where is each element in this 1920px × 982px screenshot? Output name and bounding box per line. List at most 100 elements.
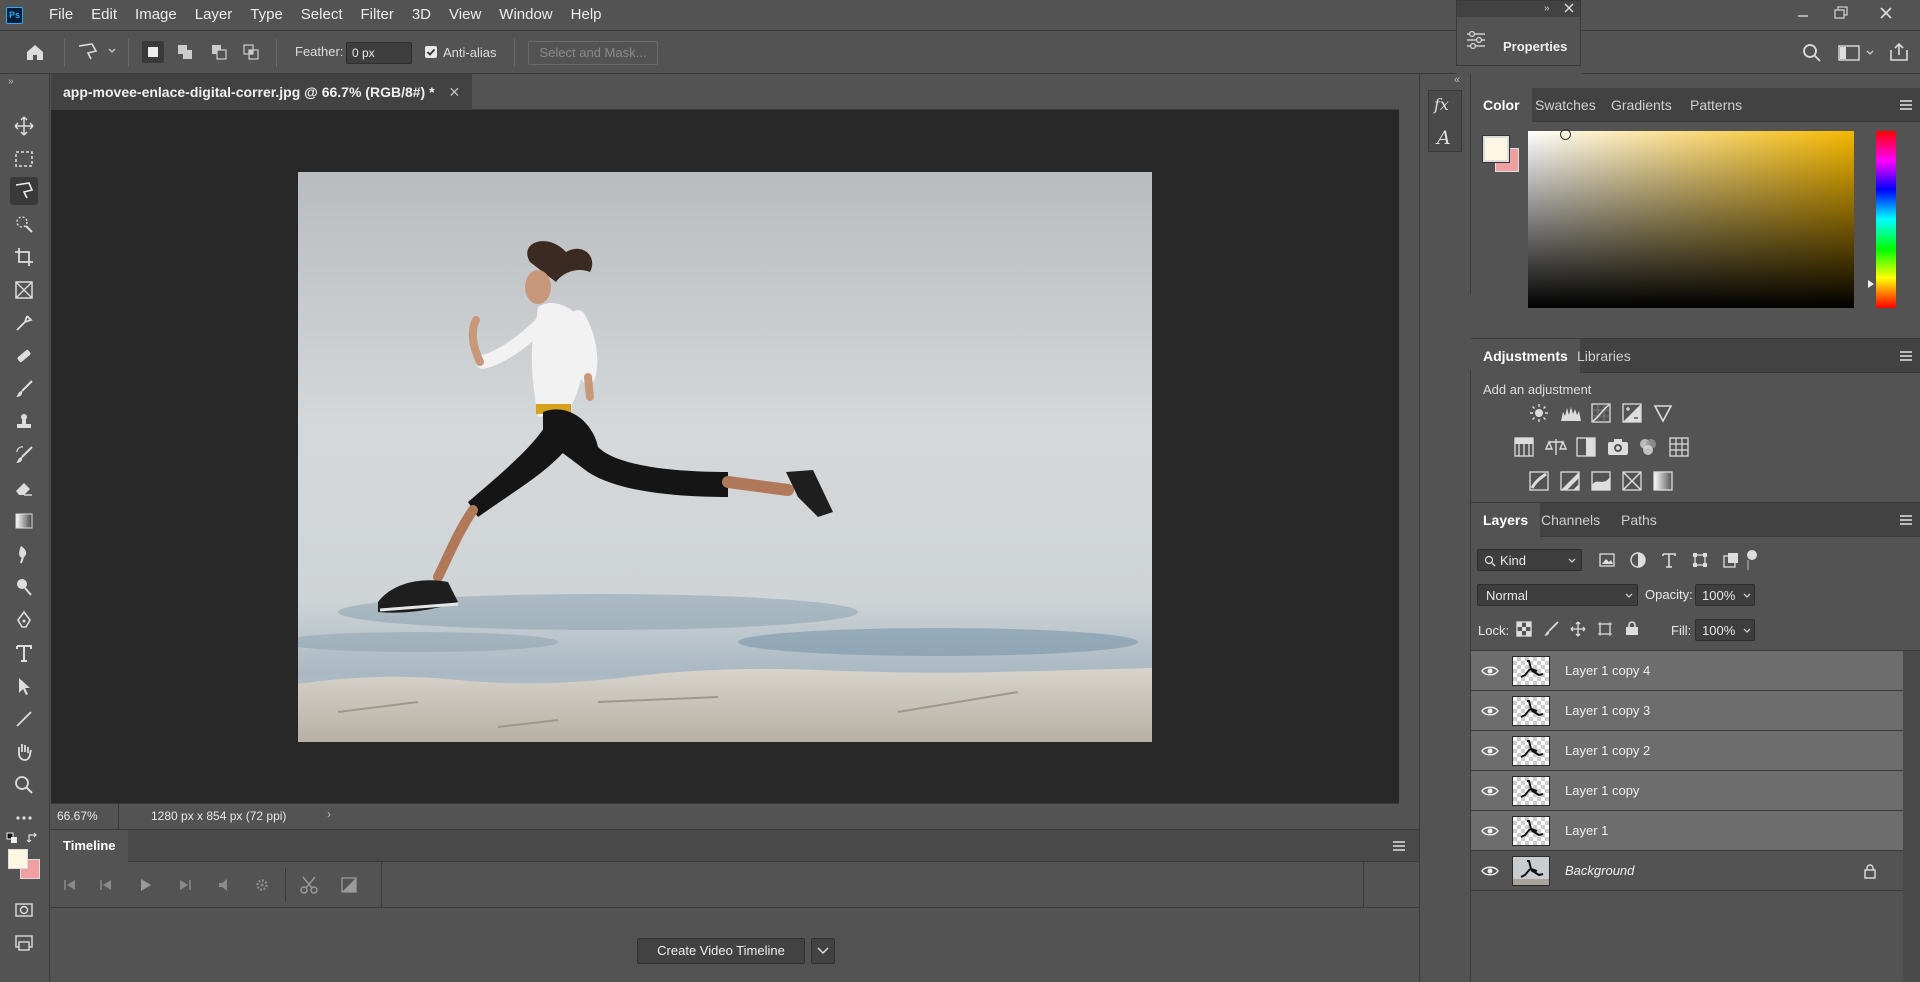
visibility-eye-icon[interactable] bbox=[1481, 664, 1499, 678]
filter-type-icon[interactable] bbox=[1660, 551, 1680, 571]
filter-shape-icon[interactable] bbox=[1691, 551, 1711, 571]
properties-icon[interactable] bbox=[1465, 29, 1487, 49]
layers-panel-menu-icon[interactable] bbox=[1900, 515, 1912, 525]
menu-help[interactable]: Help bbox=[562, 0, 611, 30]
subtract-selection-icon[interactable] bbox=[208, 41, 230, 63]
hand-tool-icon[interactable] bbox=[10, 738, 38, 766]
status-arrow-icon[interactable]: › bbox=[327, 807, 331, 821]
color-lookup-icon[interactable] bbox=[1669, 437, 1689, 457]
intersect-selection-icon[interactable] bbox=[240, 41, 262, 63]
play-icon[interactable] bbox=[139, 877, 153, 893]
opacity-input[interactable]: 100% bbox=[1695, 584, 1755, 606]
brightness-contrast-icon[interactable] bbox=[1529, 403, 1549, 423]
vibrance-icon[interactable] bbox=[1653, 403, 1673, 423]
blend-mode-select[interactable]: Normal bbox=[1477, 584, 1638, 606]
document-tab[interactable]: app-movee-enlace-digital-correr.jpg @ 66… bbox=[51, 74, 473, 110]
more-tools-icon[interactable] bbox=[10, 804, 38, 832]
stamp-tool-icon[interactable] bbox=[10, 408, 38, 436]
filter-smart-object-icon[interactable] bbox=[1722, 551, 1742, 571]
previous-frame-icon[interactable] bbox=[99, 878, 113, 892]
healing-brush-tool-icon[interactable] bbox=[10, 342, 38, 370]
minimize-icon[interactable] bbox=[1795, 6, 1811, 22]
feather-input[interactable]: 0 px bbox=[346, 42, 412, 64]
timeline-menu-icon[interactable] bbox=[1393, 841, 1405, 851]
tab-libraries[interactable]: Libraries bbox=[1577, 339, 1631, 373]
fill-input[interactable]: 100% bbox=[1695, 619, 1755, 641]
menu-file[interactable]: File bbox=[40, 0, 82, 30]
layer-name[interactable]: Layer 1 copy 4 bbox=[1565, 651, 1650, 691]
tab-swatches[interactable]: Swatches bbox=[1535, 88, 1596, 122]
selective-color-icon[interactable] bbox=[1622, 471, 1642, 491]
chevron-down-icon[interactable] bbox=[107, 46, 117, 56]
menu-layer[interactable]: Layer bbox=[186, 0, 242, 30]
photo-filter-icon[interactable] bbox=[1607, 437, 1628, 457]
lock-transparent-icon[interactable] bbox=[1516, 621, 1536, 641]
properties-label[interactable]: Properties bbox=[1503, 39, 1567, 54]
visibility-eye-icon[interactable] bbox=[1481, 784, 1499, 798]
marquee-tool-icon[interactable] bbox=[10, 145, 38, 173]
black-white-icon[interactable] bbox=[1576, 437, 1596, 457]
zoom-tool-icon[interactable] bbox=[10, 771, 38, 799]
eyedropper-tool-icon[interactable] bbox=[10, 309, 38, 337]
default-colors-icon[interactable] bbox=[6, 832, 18, 844]
layer-row[interactable]: Background bbox=[1471, 851, 1903, 891]
filter-toggle-icon[interactable] bbox=[1747, 550, 1757, 560]
tab-paths[interactable]: Paths bbox=[1621, 503, 1657, 537]
move-tool-icon[interactable] bbox=[10, 112, 38, 140]
foreground-swatch[interactable] bbox=[1483, 136, 1509, 162]
lock-image-icon[interactable] bbox=[1543, 621, 1563, 641]
menu-image[interactable]: Image bbox=[126, 0, 186, 30]
menu-edit[interactable]: Edit bbox=[82, 0, 126, 30]
layer-row[interactable]: Layer 1 copy 3 bbox=[1471, 691, 1903, 731]
color-picker-cursor[interactable] bbox=[1560, 129, 1571, 140]
split-scissors-icon[interactable] bbox=[299, 875, 319, 895]
menu-3d[interactable]: 3D bbox=[403, 0, 440, 30]
screen-mode-icon[interactable] bbox=[10, 929, 38, 957]
color-panel-menu-icon[interactable] bbox=[1900, 100, 1912, 110]
layer-row[interactable]: Layer 1 copy 2 bbox=[1471, 731, 1903, 771]
add-selection-icon[interactable] bbox=[174, 41, 196, 63]
go-first-frame-icon[interactable] bbox=[63, 878, 77, 892]
swap-colors-icon[interactable] bbox=[26, 831, 40, 845]
blur-tool-icon[interactable] bbox=[10, 540, 38, 568]
layer-row[interactable]: Layer 1 copy bbox=[1471, 771, 1903, 811]
invert-icon[interactable] bbox=[1529, 471, 1549, 491]
quick-mask-icon[interactable] bbox=[10, 896, 38, 924]
line-tool-icon[interactable] bbox=[10, 705, 38, 733]
transition-icon[interactable] bbox=[341, 877, 357, 893]
tools-expand-icon[interactable]: » bbox=[8, 76, 14, 87]
layer-name[interactable]: Layer 1 bbox=[1565, 811, 1608, 851]
layer-filter-select[interactable]: Kind bbox=[1477, 549, 1582, 571]
dodge-tool-icon[interactable] bbox=[10, 573, 38, 601]
layer-name[interactable]: Layer 1 copy 2 bbox=[1565, 731, 1650, 771]
menu-view[interactable]: View bbox=[440, 0, 490, 30]
frame-tool-icon[interactable] bbox=[10, 276, 38, 304]
posterize-icon[interactable] bbox=[1560, 471, 1580, 491]
workspace-icon[interactable] bbox=[1838, 44, 1860, 62]
lock-artboard-icon[interactable] bbox=[1597, 621, 1617, 641]
workspace-chevron-icon[interactable] bbox=[1865, 48, 1875, 58]
gradient-tool-icon[interactable] bbox=[10, 507, 38, 535]
visibility-eye-icon[interactable] bbox=[1481, 744, 1499, 758]
visibility-eye-icon[interactable] bbox=[1481, 864, 1499, 878]
quick-selection-tool-icon[interactable] bbox=[10, 210, 38, 238]
path-selection-tool-icon[interactable] bbox=[10, 672, 38, 700]
visibility-eye-icon[interactable] bbox=[1481, 704, 1499, 718]
gradient-map-icon[interactable] bbox=[1653, 471, 1673, 491]
tab-channels[interactable]: Channels bbox=[1541, 503, 1600, 537]
strip-expand-icon[interactable]: « bbox=[1454, 74, 1460, 86]
brush-tool-icon[interactable] bbox=[10, 375, 38, 403]
layer-lock-icon[interactable] bbox=[1863, 864, 1877, 879]
hue-slider-handle[interactable] bbox=[1867, 279, 1875, 289]
curves-icon[interactable] bbox=[1591, 403, 1611, 423]
new-selection-icon[interactable] bbox=[142, 41, 164, 63]
lock-all-icon[interactable] bbox=[1624, 620, 1644, 640]
layer-row[interactable]: Layer 1 copy 4 bbox=[1471, 651, 1903, 691]
timeline-dropdown-icon[interactable] bbox=[811, 938, 835, 964]
home-icon[interactable] bbox=[24, 42, 46, 62]
color-balance-icon[interactable] bbox=[1545, 437, 1567, 457]
settings-gear-icon[interactable] bbox=[254, 877, 270, 893]
lasso-tool-icon[interactable] bbox=[10, 177, 38, 205]
create-video-timeline-button[interactable]: Create Video Timeline bbox=[637, 938, 805, 964]
styles-fx-icon[interactable]: fx bbox=[1434, 95, 1449, 114]
